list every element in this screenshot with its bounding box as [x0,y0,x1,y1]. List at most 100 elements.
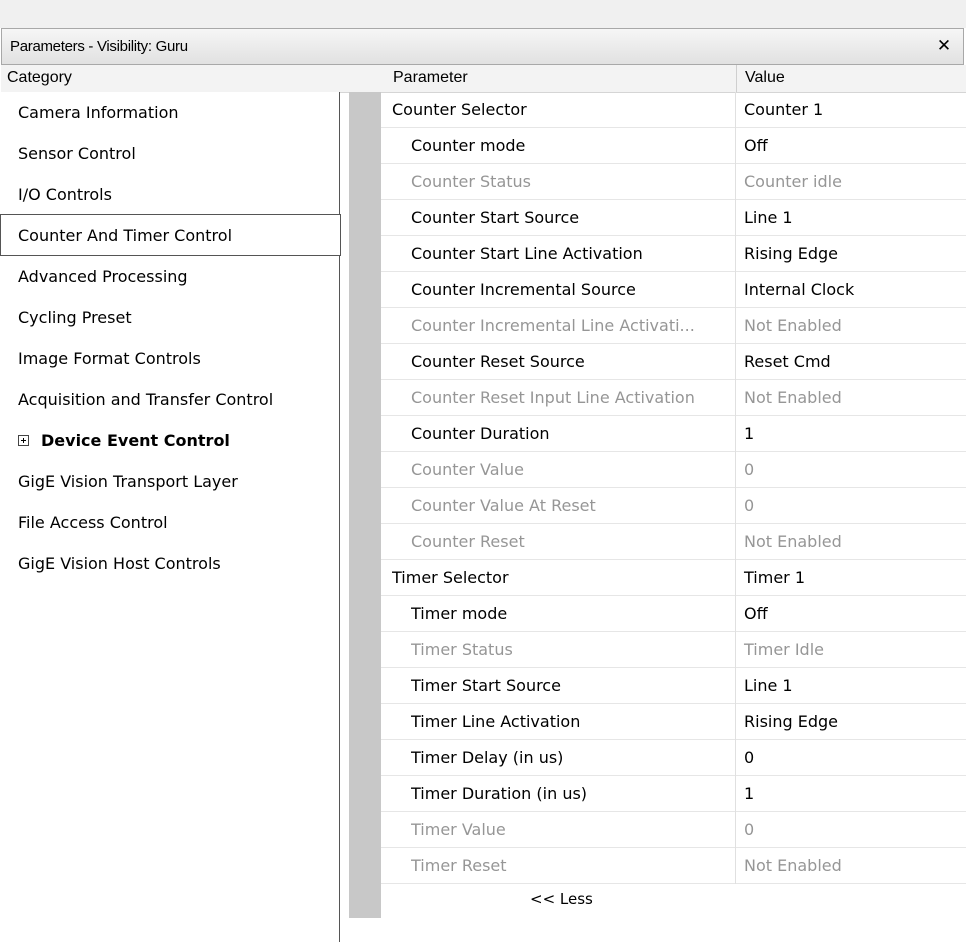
parameter-row[interactable]: Counter Start Source Line 1 [381,200,966,236]
parameter-value[interactable]: Timer 1 [744,568,805,587]
cell-divider [735,596,736,632]
parameter-row[interactable]: Counter Reset Input Line Activation Not E… [381,380,966,416]
close-icon[interactable]: ✕ [935,35,953,57]
parameter-row[interactable]: Counter Duration 1 [381,416,966,452]
parameter-value: Not Enabled [744,388,842,407]
category-item[interactable]: Cycling Preset [1,297,339,338]
parameter-value: Not Enabled [744,532,842,551]
parameter-value[interactable]: Line 1 [744,676,793,695]
parameter-row[interactable]: Timer Delay (in us) 0 [381,740,966,776]
parameter-name: Counter Status [411,172,532,191]
parameter-value[interactable]: Counter 1 [744,100,823,119]
cell-divider [735,524,736,560]
category-item[interactable]: File Access Control [1,502,339,543]
category-label: Counter And Timer Control [18,226,233,245]
parameter-name: Counter Reset Source [411,352,585,371]
parameter-name: Timer mode [411,604,508,623]
category-item[interactable]: Counter And Timer Control [0,214,341,256]
parameter-name: Timer Status [411,640,513,659]
parameter-row[interactable]: Counter mode Off [381,128,966,164]
parameter-value: 0 [744,820,755,839]
parameter-value[interactable]: Off [744,604,768,623]
parameter-value: Not Enabled [744,316,842,335]
parameter-name: Timer Line Activation [411,712,581,731]
parameter-value[interactable]: Line 1 [744,208,793,227]
category-item[interactable]: GigE Vision Host Controls [1,543,339,584]
parameter-row[interactable]: Counter Start Line Activation Rising Edge [381,236,966,272]
parameter-name: Timer Value [411,820,506,839]
parameter-name: Counter mode [411,136,526,155]
column-header-category[interactable]: Category [7,69,72,87]
parameter-name: Timer Start Source [411,676,561,695]
parameter-row[interactable]: Timer Status Timer Idle [381,632,966,668]
parameter-row[interactable]: Counter Reset Source Reset Cmd [381,344,966,380]
parameter-row[interactable]: Timer Duration (in us) 1 [381,776,966,812]
cell-divider [735,380,736,416]
category-item[interactable]: Device Event Control [1,420,339,461]
column-header-parameter[interactable]: Parameter [393,69,468,87]
parameter-value[interactable]: Internal Clock [744,280,854,299]
parameter-row[interactable]: Timer Selector Timer 1 [381,560,966,596]
parameter-name: Counter Start Line Activation [411,244,643,263]
parameter-value: 0 [744,496,755,515]
parameter-value[interactable]: 1 [744,784,754,803]
parameter-value[interactable]: Reset Cmd [744,352,831,371]
parameter-value[interactable]: Rising Edge [744,244,838,263]
category-label: GigE Vision Host Controls [18,554,221,573]
category-item[interactable]: Sensor Control [1,133,339,174]
parameter-row[interactable]: Timer Reset Not Enabled [381,848,966,884]
parameter-row[interactable]: Counter Reset Not Enabled [381,524,966,560]
parameter-value: Timer Idle [744,640,824,659]
column-header-value[interactable]: Value [745,69,785,87]
column-divider[interactable] [736,65,737,92]
cell-divider [735,704,736,740]
cell-divider [735,200,736,236]
category-item[interactable]: I/O Controls [1,174,339,215]
cell-divider [735,740,736,776]
parameter-row[interactable]: Counter Value 0 [381,452,966,488]
parameter-value[interactable]: Off [744,136,768,155]
parameter-value[interactable]: Rising Edge [744,712,838,731]
parameter-row[interactable]: Timer Value 0 [381,812,966,848]
parameter-name: Counter Duration [411,424,550,443]
cell-divider [735,92,736,128]
cell-divider [735,452,736,488]
parameter-name: Timer Delay (in us) [411,748,564,767]
parameter-name: Counter Selector [392,100,527,119]
parameter-name: Timer Duration (in us) [411,784,588,803]
parameter-value[interactable]: 0 [744,748,754,767]
category-label: Acquisition and Transfer Control [18,390,274,409]
parameter-name: Counter Value [411,460,524,479]
parameter-row[interactable]: Counter Status Counter idle [381,164,966,200]
category-label: Sensor Control [18,144,136,163]
category-item[interactable]: GigE Vision Transport Layer [1,461,339,502]
cell-divider [735,668,736,704]
category-item[interactable]: Acquisition and Transfer Control [1,379,339,420]
parameter-row[interactable]: Counter Selector Counter 1 [381,92,966,128]
category-item[interactable]: Image Format Controls [1,338,339,379]
parameter-row[interactable]: Timer mode Off [381,596,966,632]
expand-plus-icon[interactable] [18,435,29,446]
category-item[interactable]: Advanced Processing [1,256,339,297]
category-label: Image Format Controls [18,349,201,368]
category-label: Camera Information [18,103,179,122]
parameter-name: Counter Reset [411,532,525,551]
parameter-row[interactable]: Timer Start Source Line 1 [381,668,966,704]
cell-divider [735,308,736,344]
parameter-value[interactable]: 1 [744,424,754,443]
cell-divider [735,236,736,272]
parameter-row[interactable]: Counter Incremental Source Internal Clock [381,272,966,308]
parameter-value: 0 [744,460,755,479]
category-item[interactable]: Camera Information [1,92,339,133]
category-label: I/O Controls [18,185,112,204]
panel-title: Parameters - Visibility: Guru [10,38,188,55]
category-label: Device Event Control [41,431,230,450]
less-button[interactable]: << Less [530,890,593,908]
cell-divider [735,776,736,812]
parameter-row[interactable]: Counter Incremental Line Activati... Not … [381,308,966,344]
parameter-row[interactable]: Counter Value At Reset 0 [381,488,966,524]
category-label: File Access Control [18,513,168,532]
column-header-row: Category Parameter Value [1,65,966,93]
parameter-row[interactable]: Timer Line Activation Rising Edge [381,704,966,740]
category-label: Cycling Preset [18,308,132,327]
